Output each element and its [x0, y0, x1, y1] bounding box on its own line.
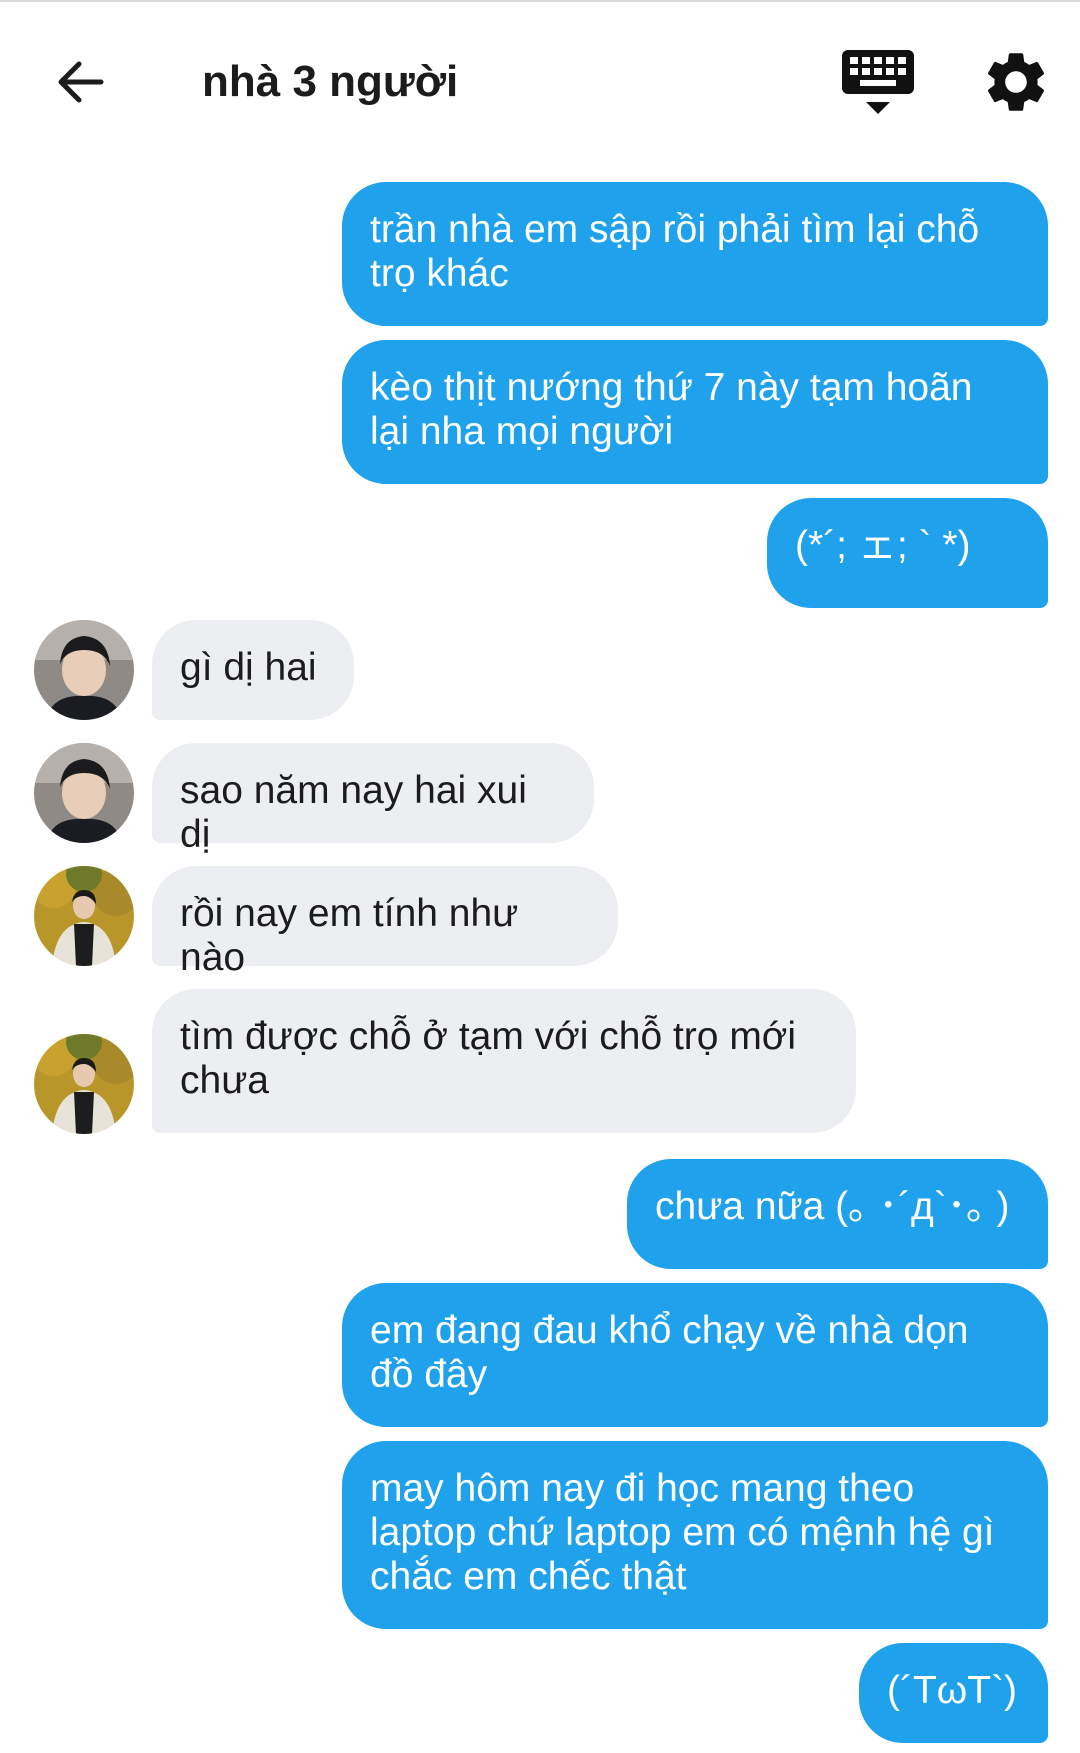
settings-button[interactable]	[980, 46, 1052, 118]
message-bubble-outgoing[interactable]: chưa nữa (｡ ･´д`･｡ )	[627, 1159, 1048, 1269]
avatar-photo	[34, 1034, 134, 1134]
back-button[interactable]	[48, 52, 112, 112]
message-bubble-incoming[interactable]: rồi nay em tính như nào	[152, 866, 618, 979]
chat-header: nhà 3 người	[0, 0, 1080, 160]
message-bubble-incoming[interactable]: tìm được chỗ ở tạm với chỗ trọ mới chưa	[152, 989, 856, 1133]
message-bubble-incoming[interactable]: gì dị hai	[152, 620, 354, 720]
message-bubble-incoming[interactable]: sao năm nay hai xui dị	[152, 743, 594, 856]
avatar[interactable]	[34, 743, 134, 843]
avatar-photo	[34, 866, 134, 966]
message-bubble-outgoing[interactable]: kèo thịt nướng thứ 7 này tạm hoãn lại nh…	[342, 340, 1048, 484]
keyboard-toggle-button[interactable]	[840, 48, 916, 118]
avatar[interactable]	[34, 1034, 134, 1134]
avatar-photo	[34, 620, 134, 720]
message-bubble-outgoing[interactable]: (´TωT`)	[859, 1643, 1048, 1743]
avatar[interactable]	[34, 866, 134, 966]
gear-icon	[987, 53, 1045, 111]
conversation-title: nhà 3 người	[202, 57, 459, 106]
message-bubble-outgoing[interactable]: trần nhà em sập rồi phải tìm lại chỗ trọ…	[342, 182, 1048, 326]
avatar[interactable]	[34, 620, 134, 720]
avatar-photo	[34, 743, 134, 843]
keyboard-hide-icon	[842, 50, 914, 114]
message-bubble-outgoing[interactable]: may hôm nay đi học mang theo laptop chứ …	[342, 1441, 1048, 1629]
message-bubble-outgoing[interactable]: (*´; ェ; ` *)	[767, 498, 1048, 608]
arrow-left-icon	[58, 61, 104, 103]
message-bubble-outgoing[interactable]: em đang đau khổ chạy về nhà dọn đồ đây	[342, 1283, 1048, 1427]
